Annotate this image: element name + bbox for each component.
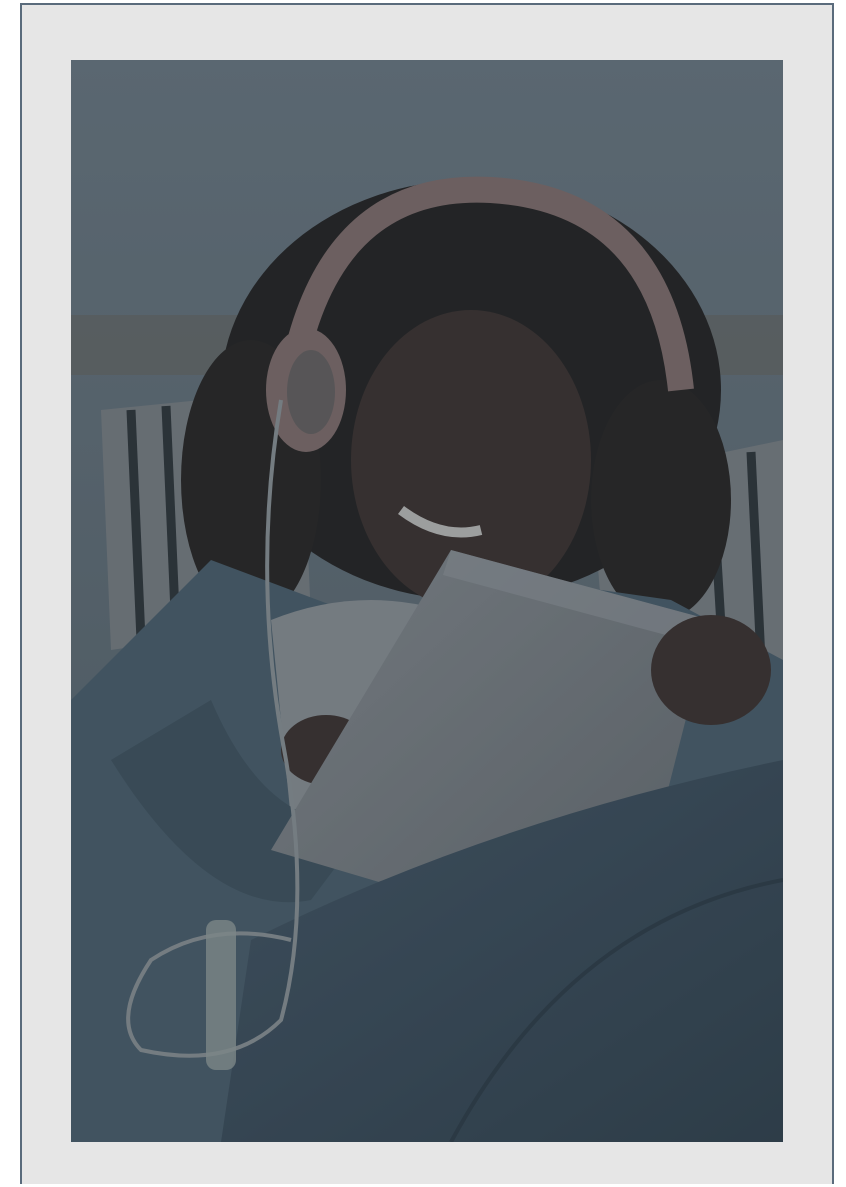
photo-overlay <box>71 60 783 1142</box>
photo-girl-with-headphones-and-tablet <box>71 60 783 1142</box>
image-frame <box>20 3 834 1184</box>
photo-illustration <box>71 60 783 1142</box>
